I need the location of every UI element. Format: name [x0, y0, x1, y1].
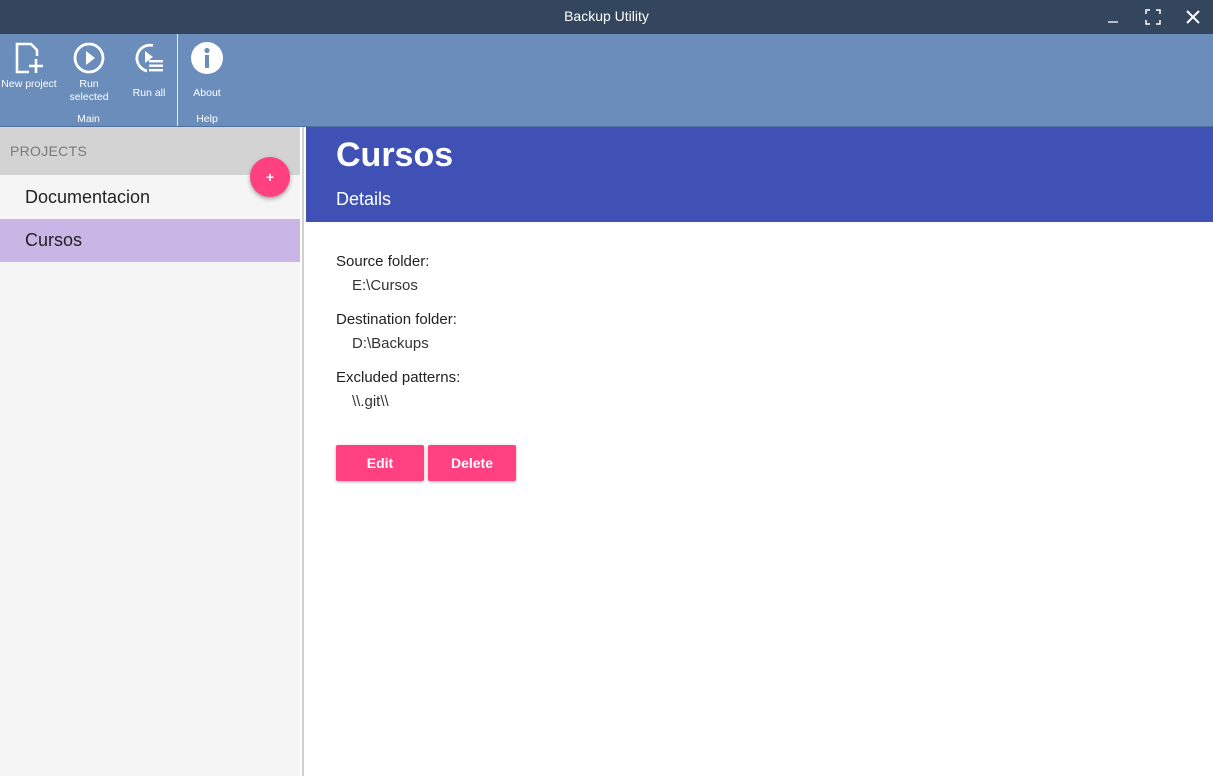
play-list-icon — [135, 43, 163, 73]
new-project-icon — [15, 42, 43, 74]
maximize-icon — [1145, 9, 1161, 25]
source-folder-label: Source folder: — [336, 253, 430, 270]
run-all-button[interactable]: Run all — [121, 38, 177, 108]
about-button[interactable]: About — [179, 38, 235, 108]
close-icon — [1186, 10, 1200, 24]
info-icon — [191, 42, 223, 74]
excluded-patterns-value: \\.git\\ — [352, 393, 389, 410]
ribbon-toolbar: New project Run selected Run all Main Ab… — [0, 34, 1213, 127]
minimize-icon — [1108, 21, 1118, 23]
edit-button[interactable]: Edit — [336, 445, 424, 481]
project-item-cursos[interactable]: Cursos — [0, 219, 300, 262]
sidebar-divider — [302, 127, 304, 776]
projects-header-label: PROJECTS — [10, 143, 88, 159]
close-button[interactable] — [1173, 0, 1213, 34]
project-title: Cursos — [336, 136, 454, 174]
ribbon-group-help: About Help — [179, 34, 235, 126]
details-subtitle: Details — [336, 189, 392, 209]
maximize-button[interactable] — [1133, 0, 1173, 34]
ribbon-group-label-help: Help — [196, 113, 218, 125]
ribbon-group-main: New project Run selected Run all Main — [0, 34, 178, 126]
new-project-label: New project — [1, 78, 57, 90]
new-project-button[interactable]: New project — [1, 38, 57, 108]
projects-sidebar: PROJECTS Documentacion Cursos + — [0, 127, 300, 776]
destination-folder-value: D:\Backups — [352, 335, 429, 352]
run-selected-label: Run selected — [69, 78, 109, 103]
play-circle-icon — [73, 42, 105, 74]
destination-folder-label: Destination folder: — [336, 311, 457, 328]
run-all-label: Run all — [132, 87, 166, 99]
window-title: Backup Utility — [564, 8, 649, 24]
excluded-patterns-label: Excluded patterns: — [336, 369, 461, 386]
add-project-button[interactable]: + — [250, 157, 290, 197]
delete-button[interactable]: Delete — [428, 445, 516, 481]
source-folder-value: E:\Cursos — [352, 277, 418, 294]
ribbon-group-label-main: Main — [77, 113, 100, 125]
run-selected-button[interactable]: Run selected — [61, 38, 117, 108]
minimize-button[interactable] — [1093, 0, 1133, 34]
title-bar: Backup Utility — [0, 0, 1213, 34]
about-label: About — [193, 87, 221, 99]
detail-header: Cursos Details — [306, 127, 1213, 222]
